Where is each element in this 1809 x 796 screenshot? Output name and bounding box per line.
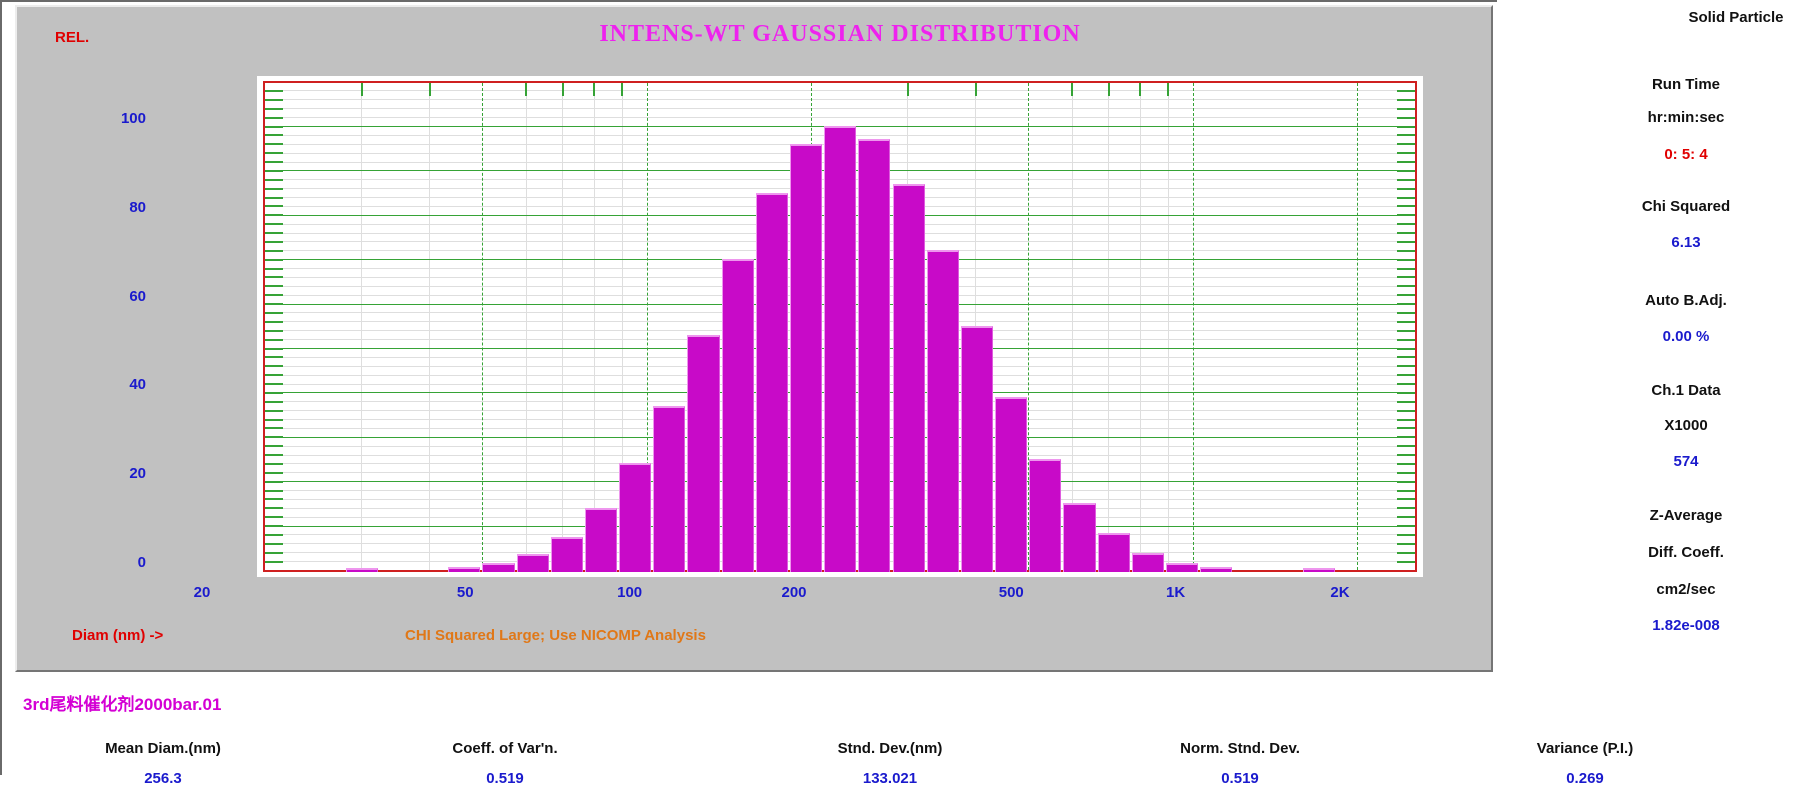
analysis-warning-message: CHI Squared Large; Use NICOMP Analysis — [405, 627, 706, 644]
histogram-bar — [960, 326, 993, 572]
x-axis-label: 500 — [998, 584, 1024, 601]
y-axis-label: 60 — [129, 287, 146, 305]
stat-column: Norm. Stnd. Dev. 0.519 — [1070, 740, 1410, 787]
histogram-bar — [448, 567, 481, 572]
histogram-bar — [892, 184, 925, 572]
window-left-edge — [0, 0, 2, 775]
stat-label: Stnd. Dev.(nm) — [837, 740, 943, 757]
histogram-bar — [584, 508, 618, 572]
histogram-bar — [345, 568, 378, 572]
auto-badj-value: 0.00 % — [1662, 328, 1710, 345]
plot-area — [263, 81, 1417, 572]
histogram-bar — [619, 463, 652, 572]
chi-squared-value: 6.13 — [1671, 234, 1701, 251]
diff-coeff-units: cm2/sec — [1656, 581, 1716, 598]
histogram-bar — [926, 250, 959, 572]
histogram-bar — [482, 563, 515, 572]
histogram-bar — [1097, 533, 1130, 572]
x-axis-label: 200 — [781, 584, 807, 601]
histogram — [265, 83, 1415, 572]
stat-label: Variance (P.I.) — [1536, 740, 1634, 757]
auto-badj-label: Auto B.Adj. — [1645, 292, 1727, 309]
ch1-data-value: 574 — [1673, 453, 1699, 470]
chart-panel: REL. INTENS-WT GAUSSIAN DISTRIBUTION 100… — [15, 5, 1493, 672]
x-axis-label: 100 — [617, 584, 643, 601]
stat-value: 133.021 — [862, 770, 918, 787]
histogram-bar — [687, 335, 720, 572]
histogram-bar — [1302, 568, 1335, 572]
chart-title: INTENS-WT GAUSSIAN DISTRIBUTION — [599, 21, 1081, 47]
histogram-bar — [789, 144, 823, 572]
x-axis-label: 20 — [193, 584, 211, 601]
y-axis-title: REL. — [55, 29, 90, 46]
histogram-bar — [824, 126, 857, 572]
x-axis-title: Diam (nm) -> — [72, 627, 164, 644]
stat-column: Mean Diam.(nm) 256.3 — [0, 740, 333, 787]
histogram-bar — [858, 139, 891, 572]
chi-squared-label: Chi Squared — [1641, 198, 1731, 215]
run-time-label: Run Time — [1651, 76, 1721, 93]
stat-value: 256.3 — [144, 770, 182, 787]
stat-value: 0.519 — [1221, 770, 1259, 787]
stat-value: 0.519 — [486, 770, 524, 787]
histogram-bar — [995, 397, 1028, 572]
sample-filename: 3rd尾料催化剂2000bar.01 — [23, 695, 222, 714]
histogram-bar — [550, 537, 583, 572]
histogram-bar — [1165, 563, 1199, 572]
z-average-label: Z-Average — [1649, 507, 1723, 524]
stat-value: 0.269 — [1566, 770, 1604, 787]
stat-column: Stnd. Dev.(nm) 133.021 — [720, 740, 1060, 787]
y-axis-label: 100 — [120, 110, 146, 127]
diff-coeff-value: 1.82e-008 — [1652, 617, 1720, 634]
histogram-bar — [1063, 503, 1096, 572]
run-time-value: 0: 5: 4 — [1664, 146, 1708, 163]
ch1-data-multiplier: X1000 — [1664, 417, 1708, 434]
x-axis-label: 1K — [1166, 584, 1186, 601]
ch1-data-label: Ch.1 Data — [1651, 382, 1721, 399]
histogram-bar — [1200, 567, 1233, 572]
histogram-bar — [1131, 553, 1164, 572]
stat-column: Variance (P.I.) 0.269 — [1415, 740, 1755, 787]
y-axis-label: 0 — [137, 554, 146, 571]
x-axis-label: 2K — [1330, 584, 1350, 601]
run-time-units: hr:min:sec — [1647, 109, 1725, 126]
stat-label: Norm. Stnd. Dev. — [1180, 740, 1300, 757]
x-axis-label: 50 — [456, 584, 474, 601]
y-axis-label: 80 — [129, 198, 146, 216]
histogram-bar — [755, 193, 788, 572]
histogram-bar — [653, 406, 686, 572]
stat-label: Mean Diam.(nm) — [105, 740, 221, 757]
histogram-bar — [721, 259, 754, 572]
histogram-bar — [1029, 459, 1062, 572]
particle-type-label: Solid Particle — [1688, 9, 1784, 26]
stat-label: Coeff. of Var'n. — [452, 740, 558, 757]
y-axis-label: 40 — [129, 376, 146, 394]
app-window: REL. INTENS-WT GAUSSIAN DISTRIBUTION 100… — [0, 0, 1809, 796]
stat-column: Coeff. of Var'n. 0.519 — [335, 740, 675, 787]
diff-coeff-label: Diff. Coeff. — [1648, 544, 1724, 561]
window-top-edge — [0, 0, 1497, 2]
y-axis-label: 20 — [129, 465, 146, 483]
histogram-bar — [516, 554, 549, 572]
